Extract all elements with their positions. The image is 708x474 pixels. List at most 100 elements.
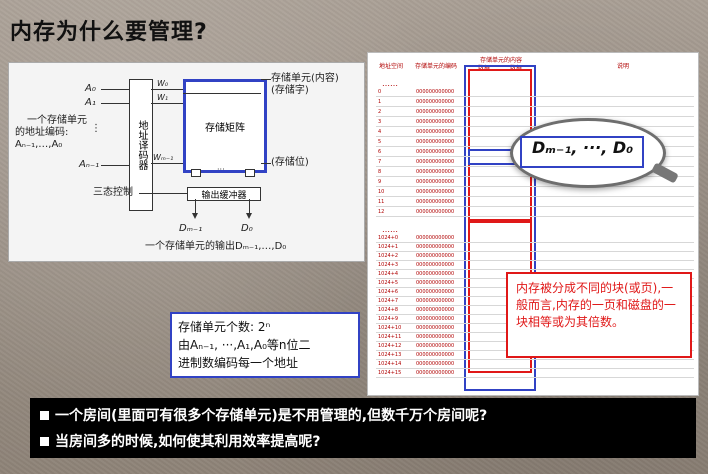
row-address: 12 — [378, 209, 385, 215]
row-address: 1024+5 — [378, 280, 399, 286]
unit-count-note: 存储单元个数: 2ⁿ 由Aₙ₋₁, ···,A₁,A₀等n位二 进制数编码每一个… — [170, 312, 360, 378]
row-address: 1024+10 — [378, 325, 402, 331]
bit-row: ··· — [187, 165, 259, 179]
row-address: 2 — [378, 109, 382, 115]
row-address: 4 — [378, 129, 382, 135]
row-address: 1024+12 — [378, 343, 402, 349]
row-binary: 000000000000 — [416, 352, 455, 358]
table-row: 3 000000000000 — [376, 119, 694, 127]
header-description: 说明 — [616, 62, 629, 70]
row-address: 1024+15 — [378, 370, 402, 376]
table-row: 0 000000000000 — [376, 89, 694, 97]
row-binary: 000000000000 — [416, 325, 455, 331]
question-2-text: 当房间多的时候,如何使其利用效率提高呢? — [55, 434, 321, 450]
row-binary: 000000000000 — [416, 307, 455, 313]
unit-count-line1: 存储单元个数: 2ⁿ — [178, 320, 271, 334]
output-dm1: Dₘ₋₁ — [179, 223, 203, 234]
label-storage-bit: (存储位) — [271, 157, 309, 168]
unit-count-line3: 进制数编码每一个地址 — [178, 356, 299, 370]
row-binary: 000000000000 — [416, 316, 455, 322]
magnifier-text: Dₘ₋₁, ···, D₀ — [532, 138, 634, 157]
row-address: 1024+13 — [378, 352, 402, 358]
row-binary: 000000000000 — [416, 89, 455, 95]
memory-diagram: 一个存储单元 的地址编码: Aₙ₋₁,…,A₀ A₀ A₁ ⋮ Aₙ₋₁ 地址译… — [8, 62, 365, 262]
bottom-question-bar: 一个房间(里面可有很多个存储单元)是不用管理的,但数千万个房间呢? 当房间多的时… — [30, 398, 696, 458]
row-address: 1024+4 — [378, 271, 399, 277]
table-row: 11 000000000000 — [376, 199, 694, 207]
address-label-line2: 的地址编码: — [15, 127, 69, 138]
row-binary: 000000000000 — [416, 179, 455, 185]
row-address: 11 — [378, 199, 385, 205]
row-binary: 000000000000 — [416, 189, 455, 195]
row-address: 1024+3 — [378, 262, 399, 268]
address-label-line3: Aₙ₋₁,…,A₀ — [15, 139, 63, 150]
header-address-space: 地址空间 — [378, 62, 403, 70]
matrix-label: 存储矩阵 — [205, 122, 245, 134]
bit-cell — [245, 169, 255, 177]
dots-top: …… — [382, 79, 398, 88]
output-d0: D₀ — [241, 223, 253, 234]
row-binary: 000000000000 — [416, 235, 455, 241]
label-storage-word: (存储字) — [271, 85, 309, 96]
address-label-line1: 一个存储单元 — [27, 115, 87, 126]
table-row: 9 000000000000 — [376, 179, 694, 187]
row-binary: 000000000000 — [416, 109, 455, 115]
row-address: 8 — [378, 169, 382, 175]
input-an1: Aₙ₋₁ — [79, 159, 100, 170]
row-address: 1024+1 — [378, 244, 399, 250]
table-row: 1024+1 000000000000 — [376, 244, 694, 252]
question-2: 当房间多的时候,如何使其利用效率提高呢? — [40, 428, 686, 454]
bit-cell — [191, 169, 201, 177]
unit-count-line2: 由Aₙ₋₁, ···,A₁,A₀等n位二 — [178, 338, 311, 352]
row-address: 1 — [378, 99, 382, 105]
bullet-square-icon — [40, 410, 49, 420]
row-address: 1024+6 — [378, 289, 399, 295]
row-address: 1024+0 — [378, 235, 399, 241]
label-storage-unit: 存储单元(内容) — [271, 73, 339, 84]
row-address: 3 — [378, 119, 382, 125]
word-line-0: W₀ — [157, 79, 169, 88]
tristate-label: 三态控制 — [93, 187, 133, 198]
table-row: 1024+0 000000000000 — [376, 235, 694, 243]
row-binary: 000000000000 — [416, 159, 455, 165]
row-address: 5 — [378, 139, 382, 145]
row-binary: 000000000000 — [416, 370, 455, 376]
question-1-text: 一个房间(里面可有很多个存储单元)是不用管理的,但数千万个房间呢? — [55, 408, 488, 424]
row-binary: 000000000000 — [416, 343, 455, 349]
row-address: 1024+9 — [378, 316, 399, 322]
bullet-square-icon — [40, 436, 49, 446]
word-line-m: Wₘ₋₁ — [153, 153, 174, 162]
table-row: 1024+14 000000000000 — [376, 361, 694, 369]
table-row: 12 000000000000 — [376, 209, 694, 217]
question-1: 一个房间(里面可有很多个存储单元)是不用管理的,但数千万个房间呢? — [40, 402, 686, 428]
row-binary: 000000000000 — [416, 244, 455, 250]
row-address: 9 — [378, 179, 382, 185]
row-binary: 000000000000 — [416, 149, 455, 155]
row-binary: 000000000000 — [416, 262, 455, 268]
row-address: 7 — [378, 159, 382, 165]
row-binary: 000000000000 — [416, 199, 455, 205]
word-line-1: W₁ — [157, 93, 169, 102]
row-binary: 000000000000 — [416, 209, 455, 215]
output-caption: 一个存储单元的输出Dₘ₋₁,…,D₀ — [145, 241, 287, 252]
bit-dots: ··· — [217, 165, 225, 174]
header-unit-code: 存储单元的编码 — [414, 62, 457, 70]
row-address: 1024+8 — [378, 307, 399, 313]
buffer-label: 输出缓冲器 — [201, 190, 247, 201]
table-row: 1024+2 000000000000 — [376, 253, 694, 261]
row-binary: 000000000000 — [416, 361, 455, 367]
row-binary: 000000000000 — [416, 334, 455, 340]
row-address: 10 — [378, 189, 385, 195]
row-address: 1024+7 — [378, 298, 399, 304]
table-row: 10 000000000000 — [376, 189, 694, 197]
row-address: 1024+14 — [378, 361, 402, 367]
row-binary: 000000000000 — [416, 289, 455, 295]
page-title: 内存为什么要管理? — [10, 20, 208, 45]
decoder-label: 地址译码器 — [136, 120, 147, 170]
row-binary: 000000000000 — [416, 271, 455, 277]
row-binary: 000000000000 — [416, 253, 455, 259]
input-dots: ⋮ — [91, 123, 101, 134]
table-row: 1024+15 000000000000 — [376, 370, 694, 378]
table-row: 1024+3 000000000000 — [376, 262, 694, 270]
input-a1: A₁ — [85, 97, 96, 108]
